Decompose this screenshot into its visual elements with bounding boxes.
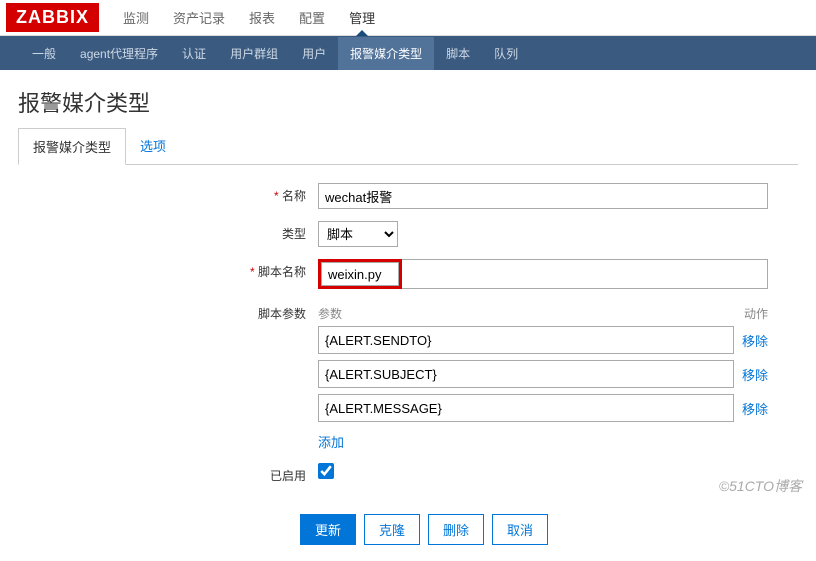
input-script-name[interactable] — [321, 262, 399, 286]
param-row: 移除 — [318, 326, 768, 354]
script-name-highlight — [318, 259, 402, 289]
param-remove-0[interactable]: 移除 — [742, 331, 768, 350]
row-params: 脚本参数 参数 动作 移除 移除 移除 添加 — [18, 301, 798, 451]
param-input-1[interactable] — [318, 360, 734, 388]
input-script-name-rest[interactable] — [402, 259, 768, 289]
top-nav-configuration[interactable]: 配置 — [287, 0, 337, 35]
row-type: 类型 脚本 — [18, 221, 798, 247]
top-nav-inventory[interactable]: 资产记录 — [161, 0, 237, 35]
row-enabled: 已启用 — [18, 463, 798, 484]
sub-nav-auth[interactable]: 认证 — [170, 37, 218, 70]
checkbox-enabled[interactable] — [318, 463, 334, 479]
top-nav-items: 监测 资产记录 报表 配置 管理 — [111, 0, 387, 35]
label-name: 名称 — [18, 183, 318, 204]
param-remove-2[interactable]: 移除 — [742, 399, 768, 418]
top-nav-monitoring[interactable]: 监测 — [111, 0, 161, 35]
param-add[interactable]: 添加 — [318, 432, 344, 451]
logo[interactable]: ZABBIX — [6, 3, 99, 32]
tab-mediatype[interactable]: 报警媒介类型 — [18, 128, 126, 165]
input-name[interactable] — [318, 183, 768, 209]
sub-nav-usergroups[interactable]: 用户群组 — [218, 37, 290, 70]
label-enabled: 已启用 — [18, 463, 318, 484]
param-row: 移除 — [318, 394, 768, 422]
param-row: 移除 — [318, 360, 768, 388]
row-script-name: 脚本名称 — [18, 259, 798, 289]
update-button[interactable]: 更新 — [300, 514, 356, 545]
sub-nav-proxies[interactable]: agent代理程序 — [68, 37, 170, 70]
top-nav: ZABBIX 监测 资产记录 报表 配置 管理 — [0, 0, 816, 36]
sub-nav-general[interactable]: 一般 — [20, 37, 68, 70]
watermark: ©51CTO博客 — [719, 476, 802, 496]
top-nav-reports[interactable]: 报表 — [237, 0, 287, 35]
tabs: 报警媒介类型 选项 — [18, 128, 798, 165]
sub-nav-mediatypes[interactable]: 报警媒介类型 — [338, 37, 434, 70]
top-nav-administration[interactable]: 管理 — [337, 0, 387, 35]
form: 名称 类型 脚本 脚本名称 脚本参数 参数 — [0, 165, 816, 506]
label-params: 脚本参数 — [18, 301, 318, 322]
sub-nav-users[interactable]: 用户 — [290, 37, 338, 70]
label-script-name: 脚本名称 — [18, 259, 318, 280]
row-name: 名称 — [18, 183, 798, 209]
clone-button[interactable]: 克隆 — [364, 514, 420, 545]
button-bar: 更新 克隆 删除 取消 — [300, 506, 816, 561]
param-input-0[interactable] — [318, 326, 734, 354]
tab-options[interactable]: 选项 — [126, 128, 180, 164]
page-title: 报警媒介类型 — [0, 70, 816, 128]
param-remove-1[interactable]: 移除 — [742, 365, 768, 384]
cancel-button[interactable]: 取消 — [492, 514, 548, 545]
select-type[interactable]: 脚本 — [318, 221, 398, 247]
delete-button[interactable]: 删除 — [428, 514, 484, 545]
params-col-param: 参数 — [318, 305, 342, 322]
param-input-2[interactable] — [318, 394, 734, 422]
label-type: 类型 — [18, 221, 318, 242]
sub-nav-scripts[interactable]: 脚本 — [434, 37, 482, 70]
sub-nav-queue[interactable]: 队列 — [482, 37, 530, 70]
sub-nav: 一般 agent代理程序 认证 用户群组 用户 报警媒介类型 脚本 队列 — [0, 36, 816, 70]
params-col-action: 动作 — [744, 305, 768, 322]
